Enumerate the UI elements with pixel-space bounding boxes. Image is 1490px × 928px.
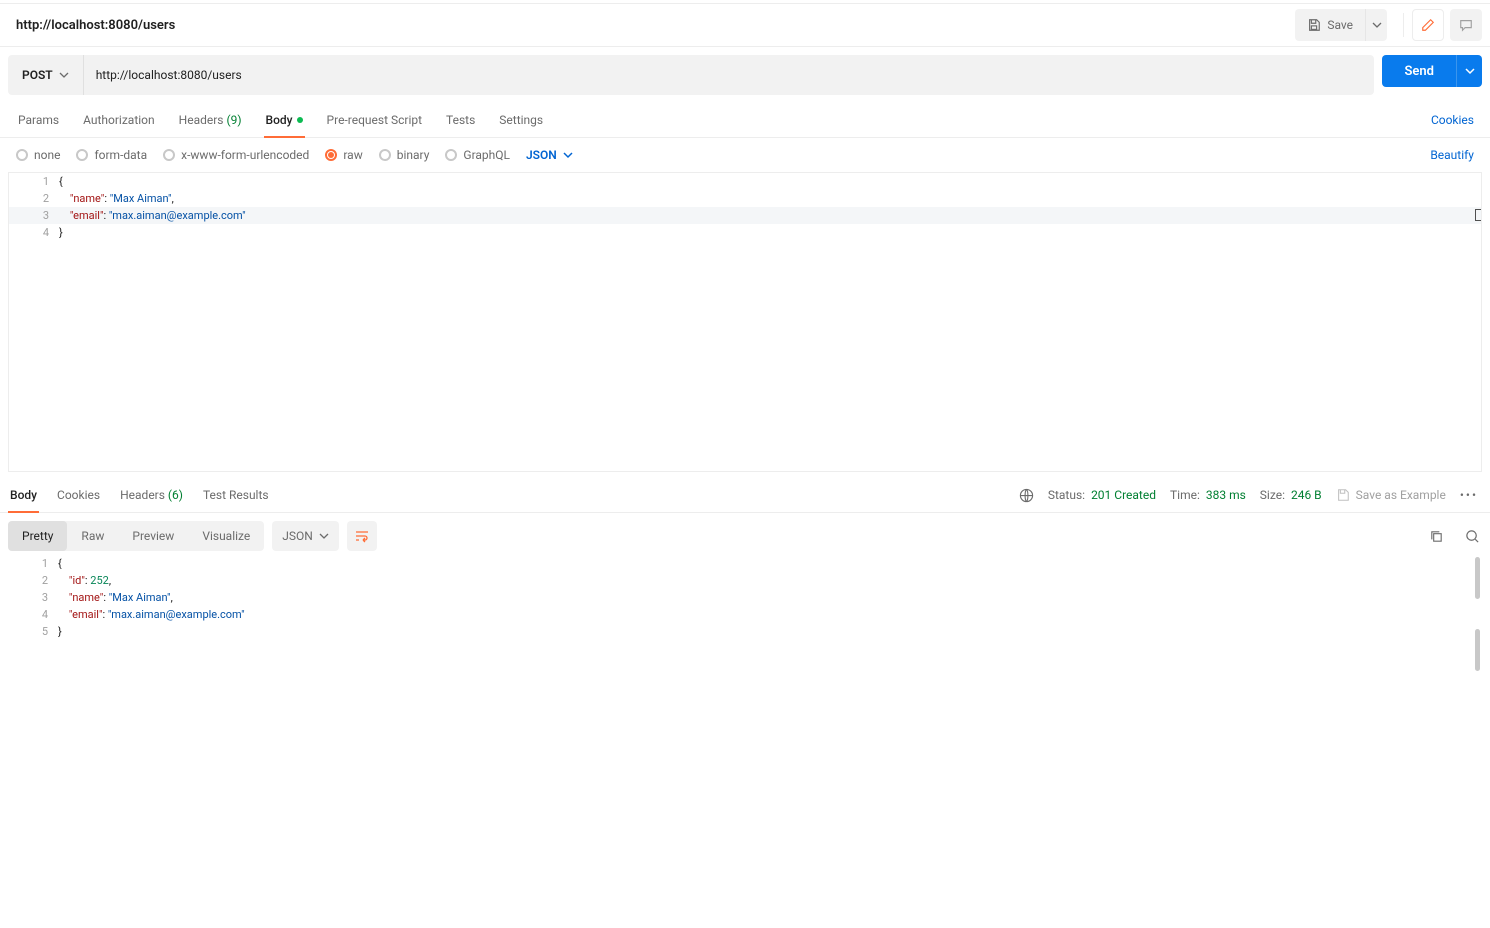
chevron-down-icon [59,70,69,80]
body-type-binary[interactable]: binary [379,148,430,162]
view-pretty[interactable]: Pretty [8,521,67,551]
send-label: Send [1404,64,1434,79]
chevron-down-icon [563,150,573,160]
tab-headers-count: (9) [226,113,241,127]
response-time: Time:383 ms [1170,488,1246,502]
resp-tab-body[interactable]: Body [8,478,39,512]
save-icon [1307,18,1321,32]
body-type-none[interactable]: none [16,148,60,162]
beautify-link[interactable]: Beautify [1430,148,1474,162]
tab-tests[interactable]: Tests [444,103,477,137]
search-icon [1465,529,1480,544]
body-type-raw[interactable]: raw [325,148,362,162]
tab-headers-label: Headers [179,113,224,127]
request-body-editor[interactable]: 1{ 2 "name": "Max Aiman", 3 "email": "ma… [8,172,1482,472]
save-as-example-button[interactable]: Save as Example [1336,488,1446,502]
editor-cursor [1475,209,1482,221]
response-view-controls: Pretty Raw Preview Visualize JSON [0,513,1490,555]
scrollbar-handle[interactable] [1475,629,1480,671]
header-row: http://localhost:8080/users Save [0,4,1490,46]
copy-response-button[interactable] [1426,526,1446,546]
tab-headers[interactable]: Headers (9) [177,103,244,137]
tab-params[interactable]: Params [16,103,61,137]
view-visualize[interactable]: Visualize [188,521,264,551]
resp-tab-test-results[interactable]: Test Results [201,478,271,512]
resp-tab-headers-count: (6) [168,488,183,502]
save-options-button[interactable] [1365,9,1387,41]
response-status: Status:201 Created [1048,488,1156,502]
tab-body[interactable]: Body [264,103,305,137]
wrap-icon [354,529,370,543]
more-options-button[interactable]: ••• [1456,488,1482,502]
tab-settings[interactable]: Settings [497,103,545,137]
request-tabs: Params Authorization Headers (9) Body Pr… [0,103,1490,137]
send-options-button[interactable] [1456,55,1482,87]
chevron-down-icon [1465,66,1475,76]
tab-prerequest[interactable]: Pre-request Script [325,103,424,137]
view-raw[interactable]: Raw [67,521,118,551]
body-format-select[interactable]: JSON [526,148,573,162]
body-type-graphql[interactable]: GraphQL [445,148,510,162]
save-as-example-label: Save as Example [1356,488,1446,502]
method-select[interactable]: POST [8,55,84,95]
save-label: Save [1327,18,1353,32]
comment-icon [1459,18,1473,32]
method-label: POST [22,68,53,82]
separator [1403,13,1404,37]
tab-body-label: Body [266,113,293,127]
response-body-viewer[interactable]: 1{ 2 "id": 252, 3 "name": "Max Aiman", 4… [8,555,1482,640]
copy-icon [1429,529,1444,544]
response-format-label: JSON [282,529,313,543]
resp-tab-headers[interactable]: Headers (6) [118,478,185,512]
request-title: http://localhost:8080/users [8,18,175,33]
body-modified-indicator [297,117,303,123]
response-view-mode: Pretty Raw Preview Visualize [8,521,264,551]
response-size: Size:246 B [1260,488,1322,502]
comments-button[interactable] [1450,9,1482,41]
response-format-select[interactable]: JSON [272,521,339,551]
chevron-down-icon [1372,20,1382,30]
resp-tab-cookies[interactable]: Cookies [55,478,102,512]
body-type-selector: none form-data x-www-form-urlencoded raw… [0,138,1490,172]
body-type-urlencoded[interactable]: x-www-form-urlencoded [163,148,309,162]
scrollbar-handle[interactable] [1475,557,1480,599]
url-input[interactable] [84,55,1375,95]
resp-tab-headers-label: Headers [120,488,165,502]
save-button[interactable]: Save [1295,9,1365,41]
chevron-down-icon [319,531,329,541]
pencil-icon [1421,18,1435,32]
response-tabs: Body Cookies Headers (6) Test Results St… [0,478,1490,512]
wrap-lines-button[interactable] [347,521,377,551]
network-icon[interactable] [1019,488,1034,503]
search-response-button[interactable] [1462,526,1482,546]
view-preview[interactable]: Preview [118,521,188,551]
body-format-label: JSON [526,148,557,162]
tab-authorization[interactable]: Authorization [81,103,157,137]
save-icon [1336,488,1350,502]
body-type-formdata[interactable]: form-data [76,148,147,162]
request-bar: POST Send [0,47,1490,103]
cookies-link[interactable]: Cookies [1431,113,1474,127]
send-button[interactable]: Send [1382,55,1456,87]
edit-button[interactable] [1412,9,1444,41]
